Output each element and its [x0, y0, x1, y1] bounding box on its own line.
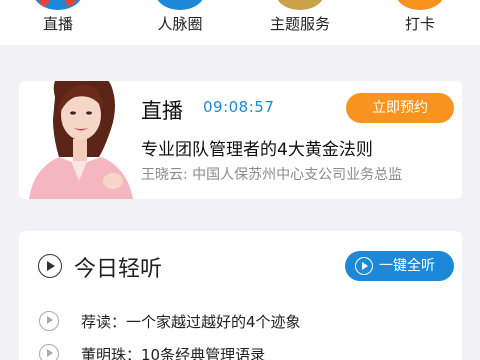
nav-item-live[interactable]: 直播	[10, 0, 106, 45]
live-countdown: 09:08:57	[203, 98, 275, 116]
play-all-label: 一键全听	[379, 258, 435, 274]
live-headline[interactable]: 专业团队管理者的4大黄金法则	[141, 135, 373, 160]
top-nav: 直播 人脉圈 主题服务 打卡	[0, 0, 480, 45]
nav-label-network: 人脉圈	[157, 15, 203, 33]
track-play-icon[interactable]	[39, 344, 59, 360]
live-card[interactable]: 直播 09:08:57 立即预约 专业团队管理者的4大黄金法则 王晓云: 中国人…	[19, 81, 462, 199]
track-title: 董明珠：10条经典管理语录	[81, 346, 266, 360]
track-title: 荐读：一个家越过越好的4个迹象	[81, 313, 301, 331]
track-item[interactable]: 荐读：一个家越过越好的4个迹象	[19, 306, 462, 336]
listen-card: 今日轻听 一键全听 荐读：一个家越过越好的4个迹象 董明珠：10条经典管理语录	[19, 231, 462, 360]
track-item[interactable]: 董明珠：10条经典管理语录	[19, 339, 462, 360]
nav-label-checkin: 打卡	[404, 15, 435, 33]
topic-icon	[275, 0, 325, 10]
live-title: 直播	[141, 99, 183, 123]
play-circle-icon	[38, 254, 62, 278]
track-play-icon[interactable]	[39, 311, 59, 331]
play-all-button[interactable]: 一键全听	[345, 251, 454, 281]
reserve-button[interactable]: 立即预约	[346, 93, 454, 123]
checkin-icon	[395, 0, 445, 10]
nav-item-topic[interactable]: 主题服务	[252, 0, 348, 45]
nav-label-topic: 主题服务	[269, 15, 330, 33]
play-all-icon	[355, 257, 373, 275]
speaker-portrait	[19, 81, 141, 199]
live-speaker: 王晓云: 中国人保苏州中心支公司业务总监	[141, 167, 403, 183]
live-icon	[33, 0, 83, 10]
nav-label-live: 直播	[42, 15, 73, 33]
network-icon	[155, 0, 205, 10]
nav-item-checkin[interactable]: 打卡	[372, 0, 468, 45]
nav-item-network[interactable]: 人脉圈	[132, 0, 228, 45]
listen-title: 今日轻听	[74, 257, 163, 282]
